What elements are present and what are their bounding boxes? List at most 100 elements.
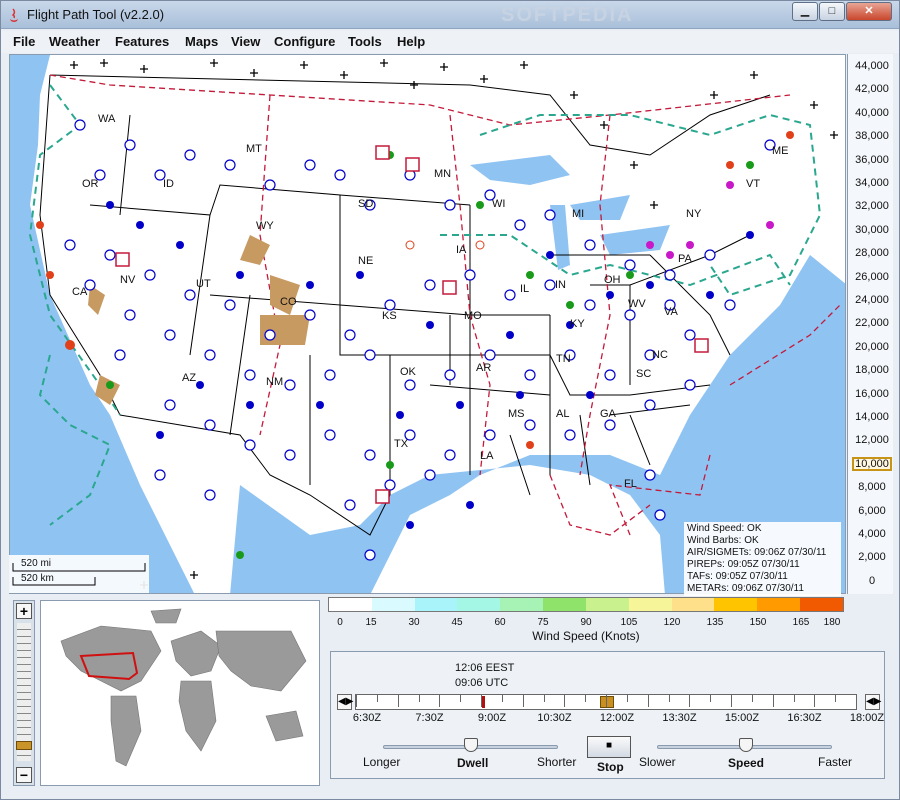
timeline-tick <box>397 695 399 707</box>
dwell-shorter-label: Shorter <box>537 755 577 769</box>
speed-slider-thumb[interactable] <box>739 738 753 752</box>
dwell-slider-thumb[interactable] <box>464 738 478 752</box>
state-label-wv: WV <box>628 298 646 310</box>
wind-speed-legend: 0 15 30 45 60 75 90 105 120 135 150 165 180 Wind Spe… <box>328 595 844 645</box>
current-time-marker[interactable] <box>482 696 485 708</box>
close-button[interactable]: ✕ <box>846 2 892 21</box>
window-title: Flight Path Tool (v2.2.0) <box>27 7 165 22</box>
timeline-tick <box>585 695 587 702</box>
legend-tick-label: 105 <box>620 617 638 628</box>
dwell-longer-label: Longer <box>363 755 401 769</box>
timeline-tick <box>793 695 795 702</box>
altitude-level[interactable]: 22,000 <box>852 316 892 330</box>
altitude-level[interactable]: 6,000 <box>852 504 892 518</box>
timeline-time-label: 15:00Z <box>724 712 760 724</box>
legend-tick-label: 120 <box>663 617 681 628</box>
legend-title: Wind Speed (Knots) <box>532 629 640 643</box>
legend-color-segment <box>329 598 372 611</box>
altitude-level[interactable]: 0 <box>852 574 892 588</box>
timeline-tick <box>814 695 816 707</box>
legend-color-segment <box>457 598 501 611</box>
altitude-level[interactable]: 36,000 <box>852 153 892 167</box>
menu-file[interactable]: File <box>13 34 35 49</box>
weather-map[interactable]: WA MT OR ID SD WY NE IA MN WI MI NV CA U… <box>9 54 846 594</box>
legend-color-segment <box>543 598 586 611</box>
state-label-ut: UT <box>196 278 211 290</box>
timeline-time-label: 6:30Z <box>352 712 382 724</box>
altitude-level[interactable]: 20,000 <box>852 340 892 354</box>
altitude-level[interactable]: 34,000 <box>852 176 892 190</box>
altitude-level[interactable]: 26,000 <box>852 270 892 284</box>
timeline-time-label: 13:30Z <box>662 712 697 724</box>
altitude-level[interactable]: 16,000 <box>852 387 892 401</box>
maximize-button[interactable]: □ <box>819 2 845 21</box>
timeline-tick <box>689 695 691 707</box>
timeline-track[interactable] <box>355 694 857 710</box>
state-label-wy: WY <box>256 220 274 232</box>
altitude-level[interactable]: 28,000 <box>852 246 892 260</box>
altitude-level[interactable]: 40,000 <box>852 106 892 120</box>
menu-help[interactable]: Help <box>397 34 425 49</box>
overview-map[interactable] <box>40 600 320 786</box>
menu-tools[interactable]: Tools <box>348 34 382 49</box>
softpedia-watermark: SOFTPEDIA <box>501 4 634 26</box>
zoom-out-button[interactable]: − <box>16 767 32 783</box>
timeline-time-label: 16:30Z <box>787 712 822 724</box>
state-label-sd: SD <box>358 198 373 210</box>
altitude-level[interactable]: 24,000 <box>852 293 892 307</box>
menu-configure[interactable]: Configure <box>274 34 335 49</box>
altitude-level[interactable]: 32,000 <box>852 199 892 213</box>
world-overview-svg <box>60 608 307 767</box>
altitude-scale[interactable]: 44,000 42,000 40,000 38,000 36,000 34,000 32,0… <box>847 54 893 594</box>
state-label-co: CO <box>280 296 297 308</box>
state-label-ar: AR <box>476 362 491 374</box>
state-label-la: LA <box>480 450 494 462</box>
altitude-level[interactable]: 12,000 <box>852 433 892 447</box>
legend-color-segment <box>628 598 672 611</box>
utc-time: 09:06 UTC <box>455 677 509 689</box>
java-icon <box>10 8 18 22</box>
speed-slower-label: Slower <box>639 755 676 769</box>
altitude-level[interactable]: 4,000 <box>852 527 892 541</box>
timeline-tick <box>856 695 857 707</box>
timeline-tick <box>418 695 420 702</box>
timeline-tick <box>522 695 524 707</box>
stop-button[interactable]: ■ <box>587 736 631 758</box>
altitude-level[interactable]: 10,000 <box>852 456 892 471</box>
legend-color-segment <box>371 598 415 611</box>
altitude-level[interactable]: 8,000 <box>852 480 892 494</box>
selected-range[interactable] <box>600 696 614 708</box>
altitude-level[interactable]: 14,000 <box>852 410 892 424</box>
altitude-level[interactable]: 42,000 <box>852 82 892 96</box>
altitude-level[interactable]: 44,000 <box>852 59 892 73</box>
timeline-tick <box>543 695 545 702</box>
minimize-button[interactable]: ▁ <box>792 2 818 21</box>
zoom-slider-thumb[interactable] <box>16 741 32 750</box>
legend-tick-label: 135 <box>706 617 724 628</box>
timeline-time-label: 7:30Z <box>415 712 444 724</box>
altitude-level[interactable]: 30,000 <box>852 223 892 237</box>
timeline-tick <box>772 695 774 707</box>
zoom-in-button[interactable]: + <box>16 603 32 619</box>
zoom-control[interactable]: + − <box>13 600 35 786</box>
timeline-tick <box>564 695 566 707</box>
menu-features[interactable]: Features <box>115 34 169 49</box>
legend-color-segment <box>500 598 544 611</box>
timeline-tick <box>481 695 482 707</box>
menu-view[interactable]: View <box>231 34 260 49</box>
altitude-level[interactable]: 38,000 <box>852 129 892 143</box>
timeline-forward-arrow[interactable]: ◀▶ <box>865 694 881 710</box>
menu-maps[interactable]: Maps <box>185 34 218 49</box>
state-label-ms: MS <box>508 408 525 420</box>
state-label-nm: NM <box>266 376 283 388</box>
legend-color-segment <box>714 598 758 611</box>
app-window: Flight Path Tool (v2.2.0) SOFTPEDIA ▁ □ … <box>0 0 900 800</box>
state-label-nv: NV <box>120 274 136 286</box>
altitude-level[interactable]: 18,000 <box>852 363 892 377</box>
menu-weather[interactable]: Weather <box>49 34 100 49</box>
altitude-level[interactable]: 2,000 <box>852 550 892 564</box>
legend-tick-label: 180 <box>823 617 841 628</box>
state-label-ne: NE <box>358 255 373 267</box>
timeline-back-arrow[interactable]: ◀▶ <box>337 694 353 710</box>
state-label-ca: CA <box>72 286 88 298</box>
